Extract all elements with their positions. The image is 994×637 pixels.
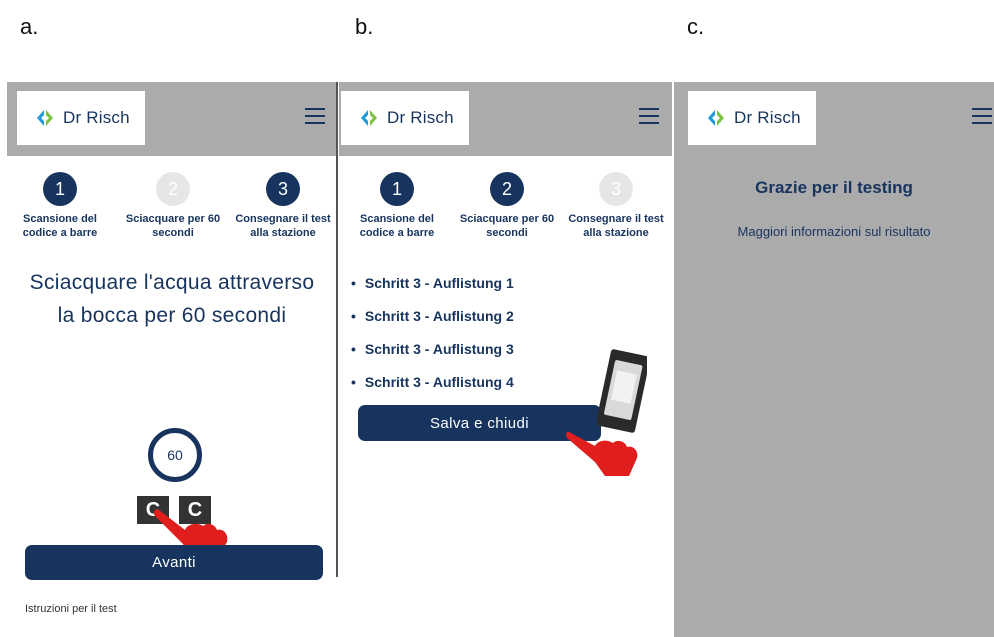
brand-name: Dr Risch [63,108,130,127]
screen-b: Dr Risch 1 Scansione del codice a barre 2… [339,82,672,637]
brand-logo[interactable]: Dr Risch [688,91,816,145]
step-2-label: Sciacquare per 60 secondi [125,213,221,239]
screen-c: Dr Risch Grazie per il testing Maggiori … [674,82,994,637]
menu-icon[interactable] [639,108,659,124]
step-2: 2 Sciacquare per 60 secondi [118,172,228,240]
step-2-circle: 2 [490,172,524,206]
panel-label-a: a. [20,14,39,39]
brand-logo[interactable]: Dr Risch [17,91,145,145]
app-header: Dr Risch [339,82,672,156]
step-1-label: Scansione del codice a barre [22,213,98,239]
app-header: Dr Risch [7,82,337,156]
step-3-circle: 3 [266,172,300,206]
countdown-timer: 60 [148,428,202,482]
next-button[interactable]: Avanti [25,545,323,580]
step-3: 3 Consegnare il test alla stazione [561,172,671,240]
list-item: Schritt 3 - Auflistung 2 [351,299,514,332]
test-instructions-link[interactable]: Istruzioni per il test [25,603,117,615]
screen-a: Dr Risch 1 Scansione del codice a barre 2… [7,82,337,637]
step-3-circle: 3 [599,172,633,206]
panel-label-c: c. [687,14,705,39]
step-1-circle: 1 [380,172,414,206]
step-2-circle: 2 [156,172,190,206]
thank-you-title: Grazie per il testing [755,178,913,197]
dr-risch-logo-icon [708,110,724,126]
step-3-label: Consegnare il test alla stazione [235,213,331,239]
step-1: 1 Scansione del codice a barre [342,172,452,240]
list-item: Schritt 3 - Auflistung 3 [351,332,514,365]
step-3: 3 Consegnare il test alla stazione [228,172,337,240]
result-info-link[interactable]: Maggiori informazioni sul risultato [674,224,994,239]
brand-name: Dr Risch [387,108,454,127]
instruction-title: Sciacquare l'acqua attraverso la bocca pe… [29,271,315,327]
step-1: 1 Scansione del codice a barre [7,172,115,240]
list-item: Schritt 3 - Auflistung 1 [351,266,514,299]
menu-icon[interactable] [305,108,325,124]
panel-divider [336,82,338,577]
dr-risch-logo-icon [361,110,377,126]
pointing-hand-icon [566,431,638,476]
step-3-label: Consegnare il test alla stazione [568,213,664,239]
panel-label-b: b. [355,14,374,39]
list-item: Schritt 3 - Auflistung 4 [351,365,514,398]
menu-icon[interactable] [972,108,992,124]
step-indicator: 1 Scansione del codice a barre 2 Sciacqua… [339,172,672,242]
step-indicator: 1 Scansione del codice a barre 2 Sciacqua… [7,172,337,242]
step-2: 2 Sciacquare per 60 secondi [452,172,562,240]
brand-logo[interactable]: Dr Risch [341,91,469,145]
step-2-label: Sciacquare per 60 secondi [459,213,555,239]
step-list: Schritt 3 - Auflistung 1 Schritt 3 - Auf… [351,266,514,398]
dr-risch-logo-icon [37,110,53,126]
brand-name: Dr Risch [734,108,801,127]
step-1-circle: 1 [43,172,77,206]
step-1-label: Scansione del codice a barre [359,213,435,239]
